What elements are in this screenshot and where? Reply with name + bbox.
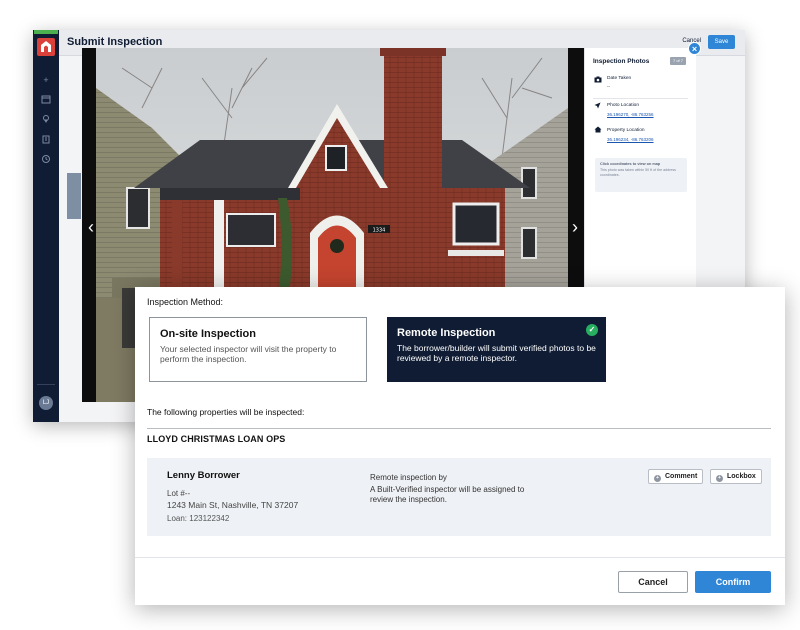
photo-location-label: Photo Location (607, 103, 640, 108)
lockbox-button[interactable]: + Lockbox (710, 469, 762, 484)
comment-button[interactable]: + Comment (648, 469, 704, 484)
divider (147, 428, 771, 429)
cancel-button[interactable]: Cancel (618, 571, 688, 593)
remote-inspection-text: A Built-Verified inspector will be assig… (370, 485, 525, 504)
company-name: LLOYD CHRISTMAS LOAN OPS (147, 434, 286, 444)
photo-details-panel: Inspection Photos 7 of 7 Date Taken -- P… (584, 48, 696, 290)
save-button[interactable]: Save (708, 35, 735, 49)
previous-photo-chevron-icon[interactable]: ‹ (84, 216, 98, 238)
photo-panel-title: Inspection Photos (593, 58, 650, 65)
lot-number: Lot #-- (167, 489, 191, 498)
property-location-link[interactable]: 36.196234, -86.763206 (607, 137, 654, 142)
property-card: Lenny Borrower Lot #-- 1243 Main St, Nas… (147, 458, 771, 536)
calendar-icon[interactable] (40, 94, 52, 106)
avatar[interactable]: LJ (39, 396, 53, 410)
side-rail: + LJ (33, 30, 59, 422)
date-taken-value: -- (607, 84, 610, 89)
environment-tag (34, 30, 58, 34)
photo-thumbnail[interactable] (67, 173, 81, 219)
inspection-method-modal: Inspection Method: On-site Inspection Yo… (135, 287, 785, 605)
camera-icon (594, 76, 602, 85)
onsite-option-description: Your selected inspector will visit the p… (160, 344, 337, 364)
borrower-name: Lenny Borrower (167, 470, 240, 481)
comment-icon: + (654, 475, 661, 482)
screen: + LJ Submit Inspection Cancel Save 1334 … (0, 0, 800, 630)
remote-option-title: Remote Inspection (397, 327, 496, 339)
rail-divider (37, 384, 55, 385)
location-pin-icon[interactable] (40, 114, 52, 126)
map-hint-text: This photo was taken within 50 ft of the… (600, 168, 676, 177)
brand-logo-icon[interactable] (37, 38, 55, 56)
onsite-option-title: On-site Inspection (160, 328, 256, 340)
photo-location-link[interactable]: 36.196270, -86.763256 (607, 112, 654, 117)
properties-label: The following properties will be inspect… (147, 407, 305, 417)
lockbox-icon: + (716, 475, 723, 482)
page-title: Submit Inspection (67, 36, 163, 48)
home-icon (594, 126, 602, 135)
next-photo-chevron-icon[interactable]: › (568, 216, 582, 238)
confirm-button[interactable]: Confirm (695, 571, 771, 593)
divider (593, 98, 688, 99)
lockbox-button-label: Lockbox (727, 473, 756, 480)
date-taken-label: Date Taken (607, 76, 632, 81)
comment-button-label: Comment (665, 473, 698, 480)
remote-option-description: The borrower/builder will submit verifie… (397, 343, 596, 363)
property-location-label: Property Location (607, 128, 645, 133)
navigation-arrow-icon (594, 102, 601, 111)
building-icon[interactable] (40, 134, 52, 146)
property-address: 1243 Main St, Nashville, TN 37207 (167, 500, 299, 510)
close-viewer-button[interactable]: × (688, 42, 701, 55)
remote-inspection-heading: Remote inspection by (370, 473, 447, 482)
inspection-method-label: Inspection Method: (147, 297, 224, 307)
remote-inspection-option[interactable]: Remote Inspection The borrower/builder w… (387, 317, 606, 382)
map-hint-box: Click coordinates to view on map This ph… (595, 158, 687, 192)
selected-check-icon: ✓ (586, 324, 598, 336)
photo-count-badge: 7 of 7 (669, 57, 686, 65)
loan-number: Loan: 123122342 (167, 514, 230, 523)
onsite-inspection-option[interactable]: On-site Inspection Your selected inspect… (149, 317, 367, 382)
map-hint-title: Click coordinates to view on map (600, 162, 661, 166)
history-icon[interactable] (40, 154, 52, 166)
house-number: 1334 (373, 228, 386, 234)
footer-divider (135, 557, 785, 558)
plus-icon[interactable]: + (40, 74, 52, 86)
